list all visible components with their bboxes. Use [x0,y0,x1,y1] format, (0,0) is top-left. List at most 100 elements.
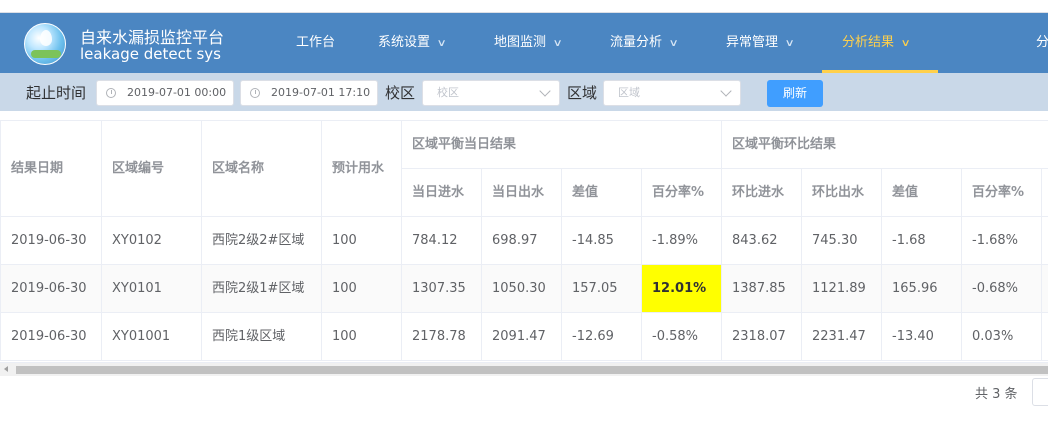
table-cell-mom-diff: -1.68 [882,217,962,265]
header-overflow [1042,169,1048,217]
time-range-label: 起止时间 [26,84,87,102]
table-cell-mom-in: 2318.07 [722,313,802,361]
table-cell-mom-diff: -13.40 [882,313,962,361]
table-cell-date: 2019-06-30 [1,265,102,313]
nav-item-label: 地图监测 [494,35,547,50]
chevron-down-icon: ∨ [552,38,563,49]
table-cell-mom-in: 1387.85 [722,265,802,313]
table-cell-daily-out: 698.97 [482,217,562,265]
table-cell-name: 西院2级2#区域 [202,217,322,265]
header-mom-pct: 百分率% [962,169,1042,217]
scrollbar-thumb[interactable] [16,366,1048,374]
table-cell-daily-diff: 157.05 [562,265,642,313]
header-group-mom: 区域平衡环比结果 [722,121,1048,169]
filter-bar: 起止时间 2019-07-01 00:00 2019-07-01 17:10 校… [0,73,1048,111]
table-cell-daily-out: 2091.47 [482,313,562,361]
start-time-input[interactable]: 2019-07-01 00:00 [96,80,234,106]
end-time-input[interactable]: 2019-07-01 17:10 [240,80,378,106]
nav-item-anomaly-management[interactable]: 异常管理 ∨ [726,13,795,73]
chevron-down-icon [720,85,732,97]
table-cell-overflow [1042,265,1048,313]
nav-item-label: 流量分析 [610,35,663,50]
table-cell-overflow [1042,313,1048,361]
table-cell-expected: 100 [322,217,402,265]
header-daily-in: 当日进水 [402,169,482,217]
table-cell-overflow [1042,217,1048,265]
table-cell-daily-diff: -12.69 [562,313,642,361]
table-cell-code: XY01001 [102,313,202,361]
nav-item-overflow[interactable]: 分 [1036,13,1048,73]
area-select[interactable]: 区域 [603,80,741,106]
header-mom-diff: 差值 [882,169,962,217]
table-cell-daily-pct-highlight: 12.01% [642,265,722,313]
header-area-name: 区域名称 [202,121,322,217]
table-cell-daily-in: 2178.78 [402,313,482,361]
table-cell-mom-out: 745.30 [802,217,882,265]
start-time-value: 2019-07-01 00:00 [127,86,227,99]
header-group-daily: 区域平衡当日结果 [402,121,722,169]
logo-icon [24,23,66,65]
nav-item-label: 异常管理 [726,35,779,50]
table-cell-daily-pct: -1.89% [642,217,722,265]
table-cell-daily-pct: -0.58% [642,313,722,361]
table-cell-mom-out: 2231.47 [802,313,882,361]
end-time-value: 2019-07-01 17:10 [271,86,371,99]
top-header: 自来水漏损监控平台 leakage detect sys 工作台 系统设置 ∨ 地… [0,13,1048,73]
nav-item-flow-analysis[interactable]: 流量分析 ∨ [610,13,679,73]
table-cell-code: XY0101 [102,265,202,313]
nav-item-map-monitor[interactable]: 地图监测 ∨ [494,13,563,73]
table-cell-daily-in: 784.12 [402,217,482,265]
table-cell-mom-diff: 165.96 [882,265,962,313]
clock-icon [106,88,116,98]
chevron-down-icon: ∨ [784,38,795,49]
header-mom-in: 环比进水 [722,169,802,217]
page-size-select[interactable] [1032,378,1048,406]
table-cell-name: 西院1级区域 [202,313,322,361]
chevron-down-icon: ∨ [668,38,679,49]
table-cell-mom-pct: -0.68% [962,265,1042,313]
table-cell-expected: 100 [322,313,402,361]
header-daily-pct: 百分率% [642,169,722,217]
chevron-down-icon [539,85,551,97]
refresh-button[interactable]: 刷新 [767,80,823,107]
results-table: 结果日期 区域编号 区域名称 预计用水 区域平衡当日结果 区域平衡环比结果 当日… [0,120,1048,361]
clock-icon [250,88,260,98]
nav-item-label: 工作台 [296,35,336,50]
header-expected-usage: 预计用水 [322,121,402,217]
table-cell-daily-out: 1050.30 [482,265,562,313]
app-subtitle: leakage detect sys [80,45,221,63]
area-placeholder: 区域 [618,86,640,99]
table-cell-mom-pct: 0.03% [962,313,1042,361]
header-mom-out: 环比出水 [802,169,882,217]
horizontal-scrollbar[interactable] [0,362,1048,376]
nav-item-analysis-results[interactable]: 分析结果 ∨ [822,13,938,73]
scroll-left-icon[interactable] [4,366,8,372]
header-area-code: 区域编号 [102,121,202,217]
header-daily-diff: 差值 [562,169,642,217]
table-cell-mom-pct: -1.68% [962,217,1042,265]
pagination-total: 共 3 条 [975,387,1018,402]
nav-item-label: 分析结果 [842,35,895,50]
campus-select[interactable]: 校区 [422,80,560,106]
chevron-down-icon: ∨ [900,38,911,49]
campus-label: 校区 [385,84,416,102]
table-cell-name: 西院2级1#区域 [202,265,322,313]
table-cell-code: XY0102 [102,217,202,265]
nav-item-label: 分 [1036,35,1048,50]
nav-item-label: 系统设置 [378,35,431,50]
table-cell-daily-diff: -14.85 [562,217,642,265]
chevron-down-icon: ∨ [436,38,447,49]
table-cell-date: 2019-06-30 [1,217,102,265]
top-strip [0,0,1048,13]
table-cell-daily-in: 1307.35 [402,265,482,313]
nav-item-workbench[interactable]: 工作台 [296,13,335,73]
area-label: 区域 [567,84,598,102]
table-cell-date: 2019-06-30 [1,313,102,361]
campus-placeholder: 校区 [437,86,459,99]
table-cell-expected: 100 [322,265,402,313]
nav-item-system-settings[interactable]: 系统设置 ∨ [378,13,447,73]
table-cell-mom-out: 1121.89 [802,265,882,313]
table-cell-mom-in: 843.62 [722,217,802,265]
header-daily-out: 当日出水 [482,169,562,217]
header-date: 结果日期 [1,121,102,217]
